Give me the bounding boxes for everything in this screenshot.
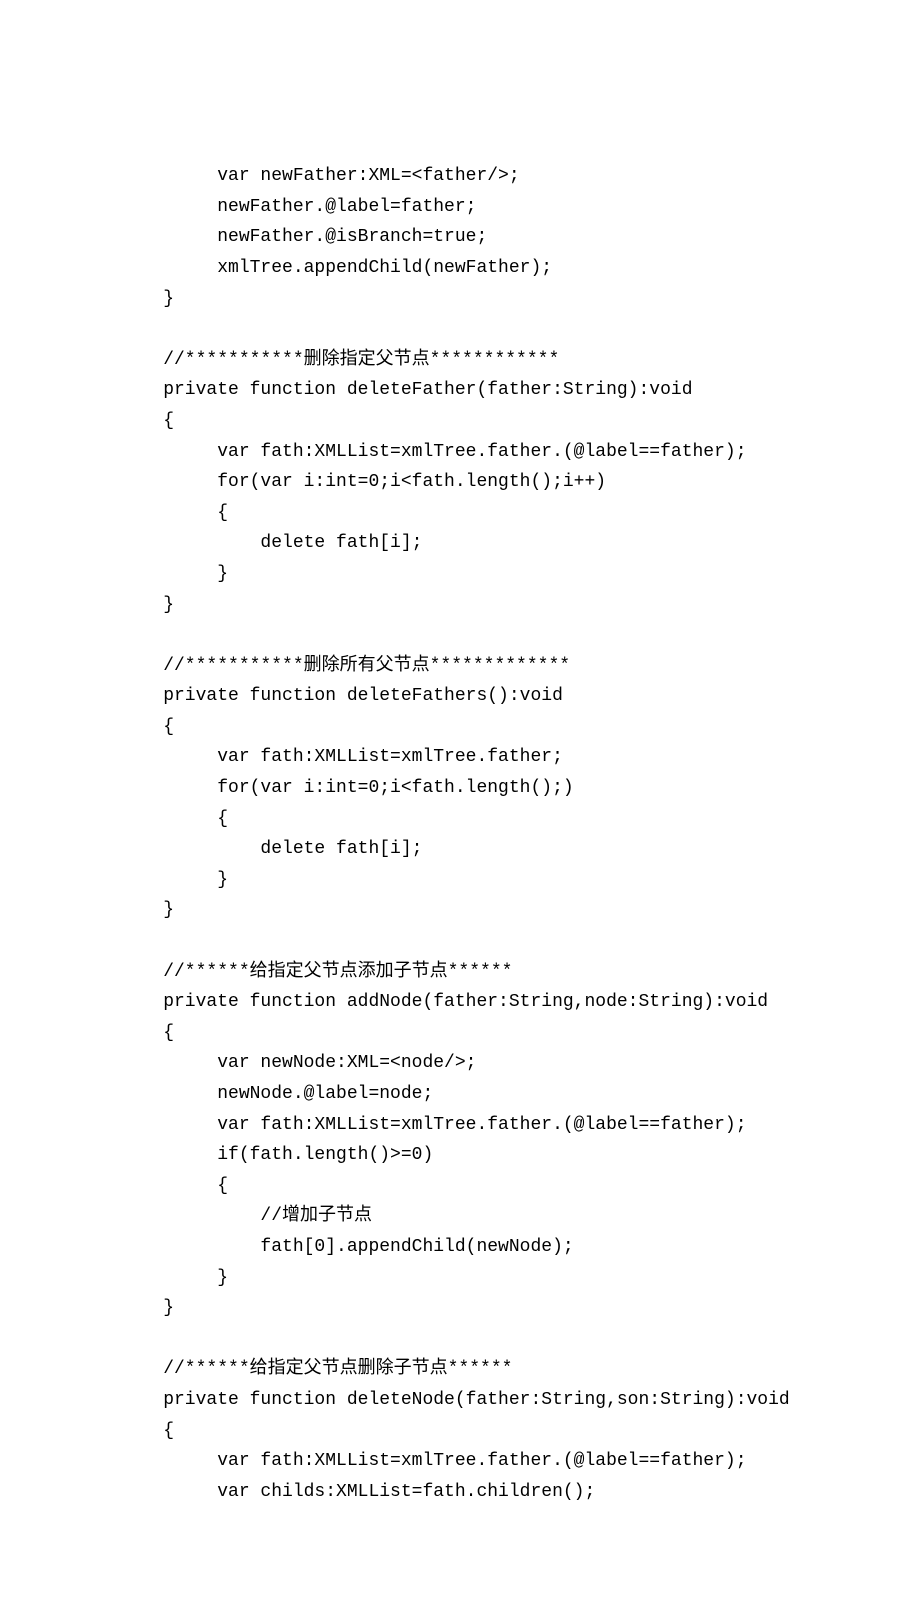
code-content: var newFather:XML=<father/>; newFather.@… xyxy=(120,161,840,1507)
document-page: var newFather:XML=<father/>; newFather.@… xyxy=(0,0,920,1618)
